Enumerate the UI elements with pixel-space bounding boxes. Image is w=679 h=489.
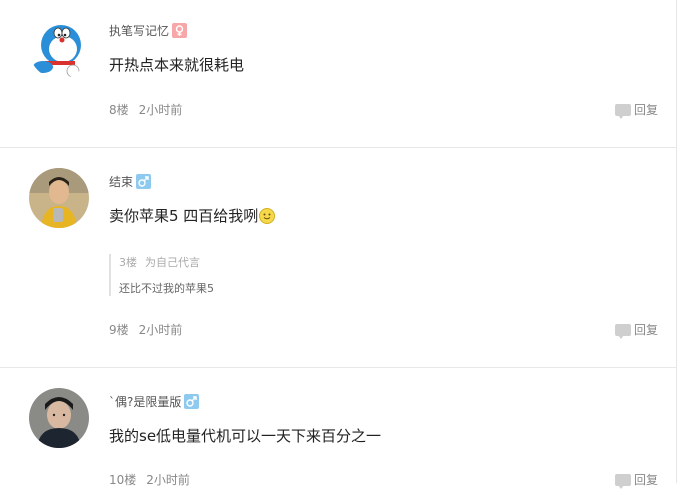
post-author[interactable]: 执笔写记忆 [109, 22, 188, 39]
page-edge-line [676, 0, 677, 483]
post-author[interactable]: 结束 [109, 173, 152, 190]
post-divider [0, 367, 677, 368]
post-content-text: 卖你苹果5 四百给我咧 [109, 207, 259, 225]
quote-floor: 3楼 [119, 256, 137, 269]
author-name[interactable]: 结束 [109, 173, 133, 190]
floor-number: 10楼 [109, 473, 137, 487]
avatar[interactable] [29, 168, 89, 228]
post-meta: 10楼 2小时前 [109, 471, 200, 488]
smile-emoji-icon [259, 208, 276, 224]
post-content: 开热点本来就很耗电 [109, 56, 245, 74]
author-name[interactable]: 执笔写记忆 [109, 22, 169, 39]
comment-bubble-icon [614, 473, 631, 489]
author-name[interactable]: `偶?是限量版 [109, 393, 181, 410]
user-photo-avatar-image [29, 388, 89, 448]
post-time: 2小时前 [138, 103, 183, 117]
user-photo-avatar-image [29, 168, 89, 228]
doraemon-avatar-image [29, 19, 89, 79]
post-author[interactable]: `偶?是限量版 [109, 393, 200, 410]
male-icon [184, 393, 200, 409]
reply-label: 回复 [633, 473, 658, 487]
post-time: 2小时前 [146, 473, 190, 487]
post-content: 我的se低电量代机可以一天下来百分之一 [109, 427, 382, 445]
avatar[interactable] [29, 19, 89, 79]
quote-text: 还比不过我的苹果5 [119, 282, 214, 295]
male-icon [136, 173, 152, 189]
comment-bubble-icon [614, 103, 631, 119]
post-meta: 8楼 2小时前 [109, 101, 192, 118]
reply-button[interactable]: 回复 [614, 321, 658, 339]
reply-label: 回复 [633, 103, 658, 117]
post-meta: 9楼 2小时前 [109, 321, 192, 338]
reply-label: 回复 [633, 323, 658, 337]
avatar[interactable] [29, 388, 89, 448]
floor-number: 8楼 [109, 103, 129, 117]
quoted-reply: 3楼 为自己代言 还比不过我的苹果5 [109, 254, 214, 296]
floor-number: 9楼 [109, 323, 129, 337]
reply-button[interactable]: 回复 [614, 471, 658, 489]
comment-bubble-icon [614, 323, 631, 339]
female-icon [172, 22, 188, 38]
reply-button[interactable]: 回复 [614, 101, 658, 119]
post-content: 卖你苹果5 四百给我咧 [109, 205, 276, 226]
post-time: 2小时前 [138, 323, 183, 337]
quote-label: 为自己代言 [145, 256, 200, 269]
post-divider [0, 147, 677, 148]
quote-meta: 3楼 为自己代言 [119, 254, 214, 272]
